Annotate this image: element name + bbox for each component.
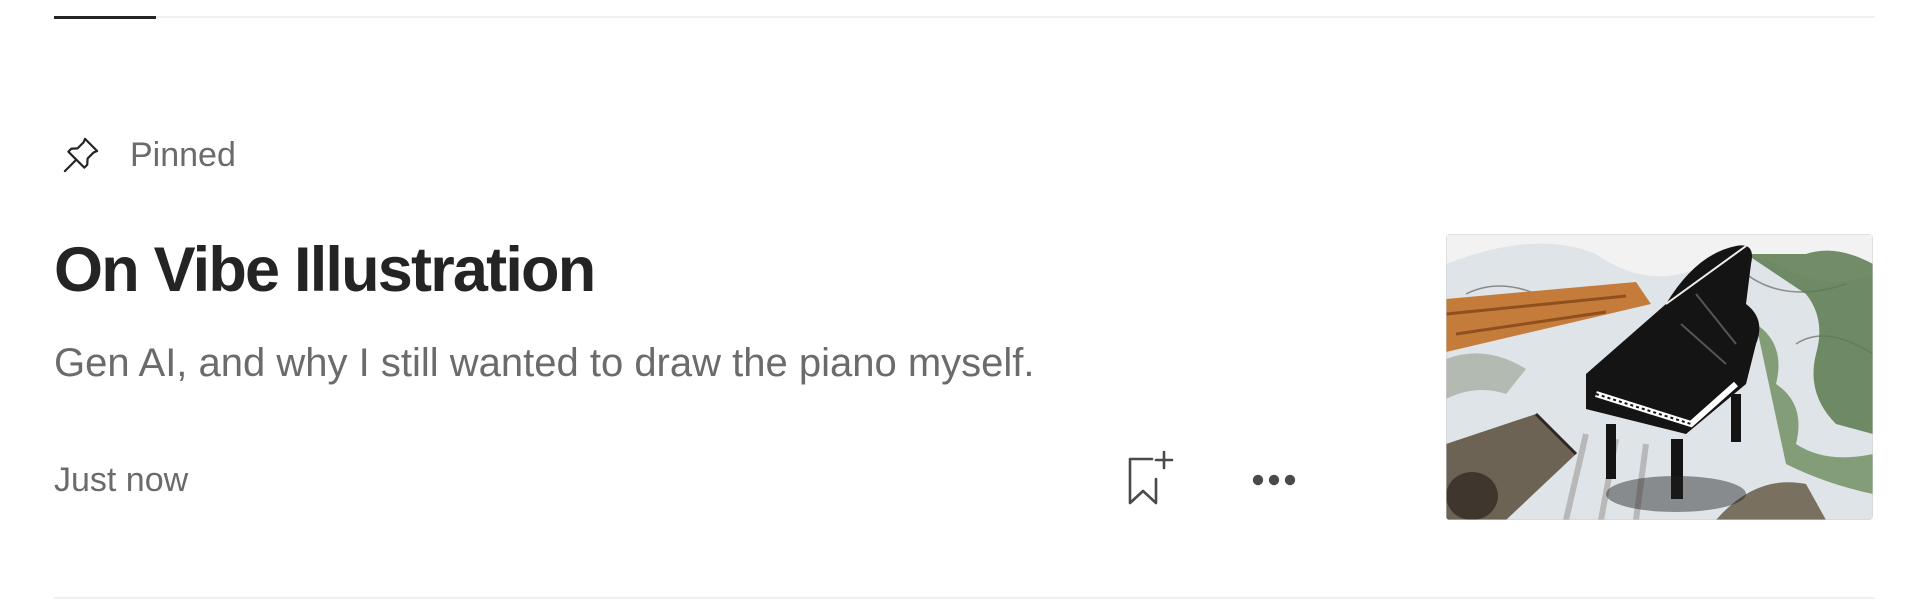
post-title[interactable]: On Vibe Illustration	[54, 235, 596, 305]
pinned-indicator: Pinned	[58, 130, 236, 180]
more-horizontal-icon	[1247, 474, 1303, 501]
bookmark-add-icon	[1122, 450, 1176, 511]
bookmark-button[interactable]	[1122, 446, 1176, 508]
pinned-label: Pinned	[130, 136, 236, 174]
profile-page: Pinned On Vibe Illustration Gen AI, and …	[0, 0, 1920, 615]
piano-illustration	[1446, 234, 1873, 520]
more-options-button[interactable]	[1247, 462, 1303, 498]
post-thumbnail[interactable]	[1446, 234, 1873, 520]
tabs-divider	[54, 16, 1875, 18]
active-tab-indicator	[54, 16, 156, 19]
post-subtitle[interactable]: Gen AI, and why I still wanted to draw t…	[54, 339, 1035, 387]
post-timestamp: Just now	[54, 461, 189, 499]
bottom-divider	[54, 597, 1875, 599]
pin-icon	[58, 132, 104, 178]
